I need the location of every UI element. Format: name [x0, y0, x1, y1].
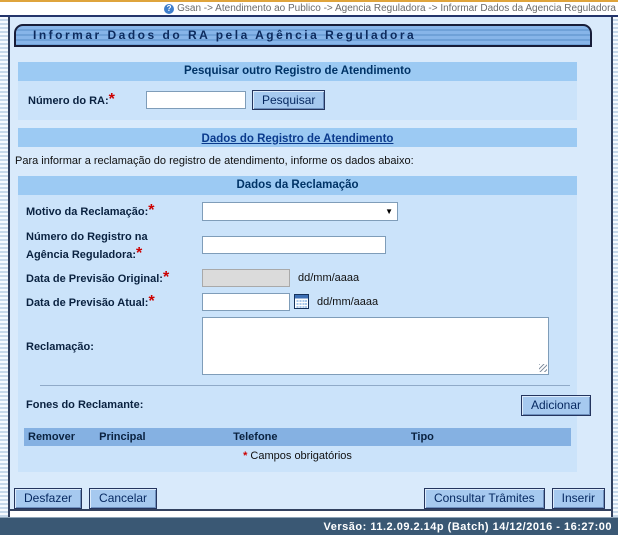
required-marker: *: [163, 269, 169, 286]
main-content: Informar Dados do RA pela Agência Regula…: [10, 17, 611, 517]
resize-handle-icon[interactable]: [539, 364, 547, 372]
fones-reclamante-label: Fones do Reclamante:: [26, 399, 143, 412]
numero-ra-label: Número do RA:: [28, 95, 109, 107]
search-section: Pesquisar outro Registro de Atendimento …: [18, 62, 577, 120]
consultar-tramites-button[interactable]: Consultar Trâmites: [424, 488, 545, 509]
phones-table: Remover Principal Telefone Tipo: [24, 428, 571, 446]
search-section-header: Pesquisar outro Registro de Atendimento: [18, 62, 577, 81]
complaint-section: Dados da Reclamação Motivo da Reclamação…: [18, 176, 577, 472]
reclamacao-row: Reclamação:: [18, 314, 577, 378]
content-bottom-gap: [10, 509, 611, 517]
phones-header-tipo: Tipo: [407, 428, 571, 446]
version-text: Versão: 11.2.09.2.14p (Batch) 14/12/2016…: [324, 521, 612, 533]
page-frame: Informar Dados do RA pela Agência Regula…: [0, 17, 618, 517]
data-previsao-original-label: Data de Previsão Original:: [26, 273, 163, 285]
adicionar-button[interactable]: Adicionar: [521, 395, 591, 416]
calendar-icon[interactable]: [294, 294, 309, 309]
right-stripe-decoration: [613, 17, 618, 517]
required-marker: *: [136, 245, 142, 262]
data-previsao-atual-label: Data de Previsão Atual:: [26, 297, 148, 309]
dropdown-arrow-icon: ▼: [385, 207, 393, 216]
required-marker: *: [148, 202, 154, 219]
inserir-button[interactable]: Inserir: [552, 488, 605, 509]
complaint-section-header: Dados da Reclamação: [18, 176, 577, 195]
phones-header-telefone: Telefone: [229, 428, 407, 446]
motivo-label: Motivo da Reclamação:: [26, 206, 148, 218]
numero-registro-agencia-input[interactable]: [202, 236, 386, 254]
data-previsao-original-row: Data de Previsão Original:* dd/mm/aaaa: [18, 266, 577, 290]
page-title: Informar Dados do RA pela Agência Regula…: [33, 28, 416, 42]
motivo-row: Motivo da Reclamação:* ▼: [18, 195, 577, 224]
date-format-hint: dd/mm/aaaa: [317, 296, 378, 308]
motivo-reclamacao-select[interactable]: ▼: [202, 202, 398, 221]
actions-row: Desfazer Cancelar Consultar Trâmites Ins…: [14, 488, 605, 509]
date-format-hint: dd/mm/aaaa: [298, 272, 359, 284]
numero-ra-row: Número do RA:* Pesquisar: [18, 81, 577, 120]
required-marker: *: [148, 293, 154, 310]
required-marker: *: [243, 450, 247, 462]
version-bar: Versão: 11.2.09.2.14p (Batch) 14/12/2016…: [0, 517, 618, 535]
dados-ra-band-title: Dados do Registro de Atendimento: [202, 133, 394, 145]
numero-registro-label-line2: Agência Reguladora:: [26, 249, 136, 261]
required-fields-note: * Campos obrigatórios: [18, 446, 577, 472]
numero-registro-row: Número do Registro na Agência Reguladora…: [18, 224, 577, 266]
help-icon[interactable]: ?: [164, 4, 174, 14]
breadcrumb[interactable]: Gsan -> Atendimento ao Publico -> Agenci…: [177, 3, 616, 14]
left-stripe-decoration: [0, 17, 8, 517]
numero-ra-input[interactable]: [146, 91, 246, 109]
phones-header-principal: Principal: [95, 428, 229, 446]
reclamacao-textarea[interactable]: [202, 317, 549, 375]
phones-table-header-row: Remover Principal Telefone Tipo: [24, 428, 571, 446]
required-note-text: Campos obrigatórios: [250, 450, 352, 462]
cancelar-button[interactable]: Cancelar: [89, 488, 157, 509]
pesquisar-button[interactable]: Pesquisar: [252, 90, 325, 110]
instruction-text: Para informar a reclamação do registro d…: [15, 155, 577, 167]
desfazer-button[interactable]: Desfazer: [14, 488, 82, 509]
phones-header-remover: Remover: [24, 428, 95, 446]
reclamacao-label: Reclamação:: [26, 341, 94, 353]
fones-row: Fones do Reclamante: Adicionar: [18, 386, 577, 423]
data-previsao-atual-input[interactable]: [202, 293, 290, 311]
page-title-bar: Informar Dados do RA pela Agência Regula…: [14, 24, 592, 47]
required-marker: *: [109, 91, 115, 108]
breadcrumb-bar: ? Gsan -> Atendimento ao Publico -> Agen…: [0, 0, 618, 17]
data-previsao-original-input: [202, 269, 290, 287]
data-previsao-atual-row: Data de Previsão Atual:*: [18, 290, 577, 314]
app-window: ? Gsan -> Atendimento ao Publico -> Agen…: [0, 0, 618, 535]
dados-ra-band: Dados do Registro de Atendimento: [18, 128, 577, 147]
numero-registro-label: Número do Registro na: [26, 231, 148, 243]
